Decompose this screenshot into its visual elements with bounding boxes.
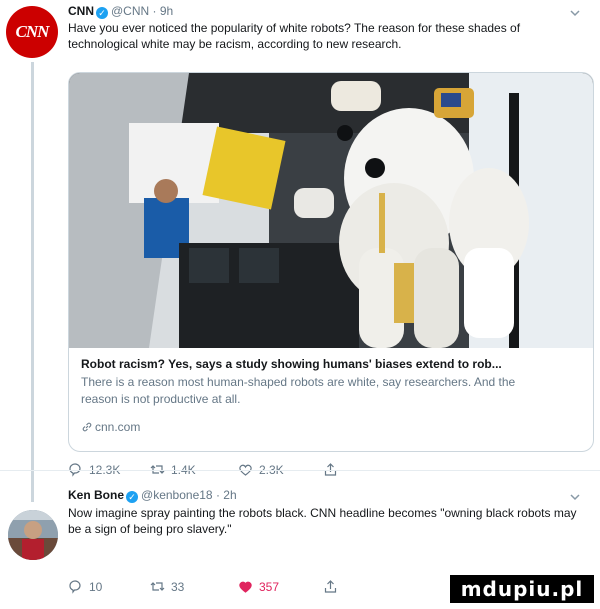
- tweet-header: Ken Bone ✓ @kenbone18 · 2h: [68, 487, 237, 503]
- ken-bone-avatar[interactable]: [8, 510, 58, 560]
- retweet-button[interactable]: 33: [150, 578, 184, 596]
- tweet-text: Have you ever noticed the popularity of …: [68, 21, 521, 51]
- card-domain: cnn.com: [81, 419, 140, 435]
- card-title: Robot racism? Yes, says a study showing …: [81, 357, 502, 371]
- reply-icon: [69, 580, 81, 594]
- separator: ·: [215, 488, 220, 502]
- like-count: 357: [259, 580, 280, 594]
- author-name[interactable]: CNN: [68, 4, 94, 18]
- share-icon: [324, 580, 337, 593]
- tweet-time[interactable]: 2h: [223, 488, 236, 502]
- watermark: mdupiu.pl: [450, 575, 594, 603]
- reply-count: 10: [89, 580, 103, 594]
- like-icon: [239, 581, 252, 593]
- card-domain-text: cnn.com: [95, 420, 141, 434]
- cnn-logo: CNN: [15, 22, 50, 41]
- tweet-time[interactable]: 9h: [160, 4, 173, 18]
- avatar-photo: [8, 510, 58, 560]
- cnn-avatar[interactable]: CNN: [6, 6, 58, 58]
- tweet-header: CNN ✓ @CNN · 9h: [68, 3, 173, 19]
- author-name[interactable]: Ken Bone: [68, 488, 124, 502]
- author-handle[interactable]: @CNN: [111, 4, 149, 18]
- chevron-down-icon[interactable]: [568, 490, 582, 504]
- reply-button[interactable]: 10: [68, 578, 102, 596]
- thread-line: [31, 62, 34, 502]
- link-card[interactable]: Robot racism? Yes, says a study showing …: [68, 72, 594, 452]
- tweet-text: Now imagine spray painting the robots bl…: [68, 506, 577, 536]
- tweet-cnn[interactable]: CNN CNN ✓ @CNN · 9h Have you ever noticed …: [0, 0, 600, 502]
- link-icon: [82, 422, 92, 432]
- verified-icon: ✓: [96, 7, 108, 19]
- robot-photo: [69, 73, 593, 348]
- retweet-count: 33: [171, 580, 185, 594]
- author-handle[interactable]: @kenbone18: [141, 488, 213, 502]
- chevron-down-icon[interactable]: [568, 6, 582, 20]
- share-button[interactable]: [323, 578, 344, 596]
- card-description: There is a reason most human-shaped robo…: [81, 375, 516, 406]
- like-button[interactable]: 357: [238, 578, 279, 596]
- separator: ·: [152, 4, 157, 18]
- verified-icon: ✓: [126, 491, 139, 503]
- retweet-icon: [150, 582, 165, 591]
